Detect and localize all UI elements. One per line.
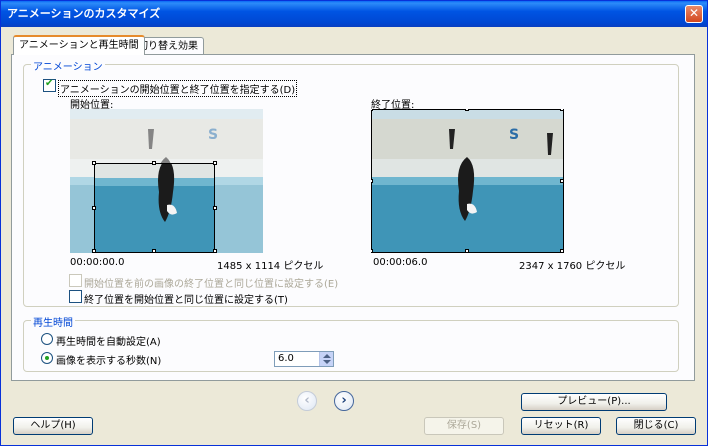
next-image-button[interactable]: › xyxy=(334,391,354,411)
crop-handle[interactable] xyxy=(560,179,564,183)
customize-animation-dialog: アニメーションのカスタマイズ ✕ アニメーションと再生時間 切り替え効果 アニメ… xyxy=(0,0,708,446)
preview-button[interactable]: プレビュー(P)... xyxy=(521,393,667,411)
close-button[interactable]: 閉じる(C) xyxy=(616,417,696,435)
crop-handle[interactable] xyxy=(371,109,373,111)
same-as-start-checkbox[interactable] xyxy=(69,290,82,303)
start-preview-image[interactable]: S xyxy=(70,109,263,253)
end-preview-image[interactable]: S xyxy=(371,109,564,253)
window-title: アニメーションのカスタマイズ xyxy=(7,7,161,20)
seconds-value: 6.0 xyxy=(278,353,294,364)
specify-position-label[interactable]: アニメーションの開始位置と終了位置を指定する(D) xyxy=(58,80,298,97)
tab-label: アニメーションと再生時間 xyxy=(19,40,139,51)
spin-up-icon[interactable] xyxy=(323,354,331,358)
end-size: 2347 x 1760 ピクセル xyxy=(519,261,626,272)
specify-position-checkbox[interactable] xyxy=(43,78,56,92)
prev-end-checkbox[interactable] xyxy=(69,274,82,287)
start-timecode: 00:00:00.0 xyxy=(70,257,125,268)
crop-handle[interactable] xyxy=(560,249,564,253)
auto-duration-radio[interactable] xyxy=(41,333,53,345)
start-size: 1485 x 1114 ピクセル xyxy=(217,261,324,272)
tab-animation-duration[interactable]: アニメーションと再生時間 xyxy=(13,35,145,55)
start-crop-image xyxy=(95,164,214,252)
duration-legend: 再生時間 xyxy=(31,314,75,329)
crop-handle[interactable] xyxy=(92,161,96,165)
seconds-label: 画像を表示する秒数(N) xyxy=(56,356,162,367)
crop-handle[interactable] xyxy=(92,206,96,210)
close-icon[interactable]: ✕ xyxy=(685,5,703,23)
crop-handle[interactable] xyxy=(371,249,373,253)
tab-label: 切り替え効果 xyxy=(138,41,198,52)
crop-handle[interactable] xyxy=(152,161,156,165)
crop-handle[interactable] xyxy=(371,179,373,183)
prev-end-label: 開始位置を前の画像の終了位置と同じ位置に設定する(E) xyxy=(84,279,339,290)
crop-handle[interactable] xyxy=(465,249,469,253)
crop-handle[interactable] xyxy=(560,109,564,111)
spinner-arrows[interactable] xyxy=(319,352,333,366)
help-button[interactable]: ヘルプ(H) xyxy=(13,417,93,435)
animation-legend: アニメーション xyxy=(31,58,105,73)
crop-handle[interactable] xyxy=(465,109,469,111)
spin-down-icon[interactable] xyxy=(323,360,331,364)
crop-handle[interactable] xyxy=(152,249,156,253)
crop-handle[interactable] xyxy=(213,249,217,253)
reset-button[interactable]: リセット(R) xyxy=(521,417,601,435)
same-as-start-label: 終了位置を開始位置と同じ位置に設定する(T) xyxy=(84,295,288,306)
auto-duration-label: 再生時間を自動設定(A) xyxy=(56,337,161,348)
seconds-radio[interactable] xyxy=(41,352,53,364)
end-timecode: 00:00:06.0 xyxy=(373,257,428,268)
crop-handle[interactable] xyxy=(213,206,217,210)
start-crop-frame[interactable] xyxy=(94,163,215,253)
save-button[interactable]: 保存(S) xyxy=(424,417,504,435)
seconds-spinner[interactable]: 6.0 xyxy=(274,351,334,367)
prev-image-button[interactable]: ‹ xyxy=(297,391,317,411)
end-crop-frame[interactable] xyxy=(371,109,564,253)
crop-handle[interactable] xyxy=(213,161,217,165)
crop-handle[interactable] xyxy=(92,249,96,253)
title-bar: アニメーションのカスタマイズ ✕ xyxy=(1,1,707,27)
